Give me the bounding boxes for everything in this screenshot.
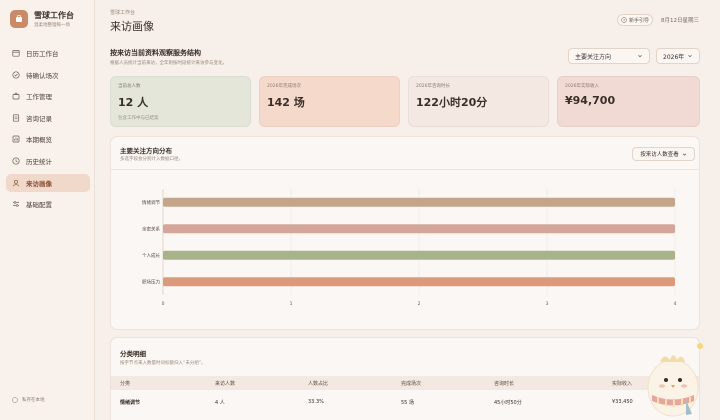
chart-panel: 主要关注方向分布 多选字段会分别计入数据口径。 按来访人数查看 0 1 2 3 4 情绪调… — [110, 136, 700, 330]
stat-label: 2026年咨询时长 — [416, 84, 450, 89]
chevron-down-icon — [638, 54, 642, 58]
brand: 雪球工作台 温柔地整理每一场 — [10, 10, 74, 28]
sidebar-item-overview[interactable]: 本期概览 — [6, 130, 90, 148]
table-title: 分类明细 — [120, 350, 146, 358]
bar-chart: 0 1 2 3 4 情绪调节亲密关系个人成长职场压力 — [142, 189, 677, 307]
section-description: 根据人员统计当前来访，全年则按时段统计来访参与变化。 — [110, 61, 227, 66]
column-header: 人数占比 — [308, 381, 329, 387]
brand-logo-icon — [10, 10, 28, 28]
stat-card-income: 2026年实际收入 ¥94,700 — [557, 76, 700, 127]
info-circle-icon — [12, 397, 18, 403]
stat-card-sessions: 2026年完成场次 142 场 — [259, 76, 400, 127]
column-header: 分类 — [120, 381, 131, 387]
sidebar-item-work[interactable]: 工作管理 — [6, 87, 90, 105]
overview-icon — [12, 136, 20, 143]
sidebar-nav: 日历工作台 待确认场次 工作管理 咨询记录 本期概览 历史统计 来访画像 基础配… — [6, 44, 90, 217]
question-circle-icon: ? — [621, 17, 627, 23]
sidebar-item-visitor-profile[interactable]: 来访画像 — [6, 173, 90, 192]
stat-label: 2026年实际收入 — [565, 84, 599, 89]
sidebar-item-label: 来访画像 — [26, 179, 52, 188]
bar-2 — [163, 250, 675, 260]
sidebar-item-history[interactable]: 历史统计 — [6, 152, 90, 170]
x-tick-label: 0 — [162, 301, 165, 307]
stat-value: 142 场 — [267, 96, 305, 109]
brand-title: 雪球工作台 — [34, 11, 74, 20]
year-select[interactable]: 2026年 — [656, 48, 700, 64]
sidebar-item-label: 咨询记录 — [26, 114, 52, 123]
sidebar-item-label: 待确认场次 — [26, 71, 59, 80]
sidebar-item-label: 基础配置 — [26, 201, 52, 210]
table-cell: 45小时50分 — [494, 400, 522, 406]
sidebar-item-label: 本期概览 — [26, 136, 52, 145]
column-header: 完成场次 — [401, 381, 422, 387]
chick-mascot-icon — [647, 343, 703, 417]
stat-value: 12 人 — [118, 96, 149, 109]
table-cell: 55 场 — [401, 400, 414, 406]
table-header: 分类 来访人数 人数占比 完成场次 咨询时长 实际收入 — [111, 376, 699, 390]
table-row[interactable]: 情绪调节 4 人 33.3% 55 场 45小时50分 ¥33,450 — [111, 396, 699, 410]
chevron-down-icon — [688, 54, 692, 58]
table-description: 按字节点来入数量时间标额归入“未分组”。 — [120, 361, 206, 366]
sidebar-item-label: 历史统计 — [26, 157, 52, 166]
help-guide-button[interactable]: ? 新手引导 — [617, 14, 653, 26]
x-tick-label: 4 — [674, 301, 677, 307]
section-title: 按来访当前资料观察服务结构 — [110, 49, 201, 57]
history-icon — [12, 157, 20, 165]
category-detail-panel: 分类明细 按字节点来入数量时间标额归入“未分组”。 分类 来访人数 人数占比 完… — [110, 337, 700, 420]
sidebar-item-records[interactable]: 咨询记录 — [6, 109, 90, 127]
y-tick-label: 情绪调节 — [142, 199, 160, 206]
stat-value: 122小时20分 — [416, 96, 488, 109]
x-tick-label: 3 — [546, 301, 549, 307]
bar-1 — [163, 224, 675, 234]
column-header: 咨询时长 — [494, 381, 515, 387]
sidebar-footer: 私存在本地 — [12, 397, 45, 403]
page-title: 来访画像 — [110, 20, 154, 33]
y-tick-label: 职场压力 — [142, 278, 160, 285]
notes-icon — [12, 114, 20, 122]
brand-subtitle: 温柔地整理每一场 — [34, 23, 70, 28]
table-cell: 情绪调节 — [120, 400, 141, 406]
help-guide-label: 新手引导 — [628, 17, 649, 24]
sidebar-item-calendar[interactable]: 日历工作台 — [6, 44, 90, 62]
sidebar-item-pending[interactable]: 待确认场次 — [6, 66, 90, 84]
column-header: 实际收入 — [612, 381, 633, 387]
x-tick-label: 1 — [290, 301, 293, 307]
breadcrumb[interactable]: 雪球工作台 — [110, 9, 135, 16]
table-cell: ¥33,450 — [612, 399, 633, 405]
current-date: 8月12日星期三 — [661, 18, 699, 24]
stat-sub: 包含工作中与已结案 — [118, 116, 159, 121]
y-tick-label: 个人成长 — [142, 252, 160, 259]
column-header: 来访人数 — [215, 381, 236, 387]
check-circle-icon — [12, 71, 20, 79]
stat-card-total-visitors: 当前总人数 12 人 包含工作中与已结案 — [110, 76, 251, 127]
user-icon — [12, 179, 20, 186]
sliders-icon — [13, 201, 19, 207]
bar-0 — [163, 197, 675, 207]
stat-label: 2026年完成场次 — [267, 84, 301, 89]
y-tick-label: 亲密关系 — [142, 225, 160, 232]
direction-select-value: 主要关注方向 — [575, 53, 612, 61]
stat-card-duration: 2026年咨询时长 122小时20分 — [408, 76, 549, 127]
year-select-value: 2026年 — [663, 53, 685, 61]
sidebar: 雪球工作台 温柔地整理每一场 日历工作台 待确认场次 工作管理 咨询记录 本期概… — [0, 0, 95, 420]
sidebar-item-label: 工作管理 — [26, 93, 52, 102]
direction-select[interactable]: 主要关注方向 — [568, 48, 650, 64]
table-cell: 33.3% — [308, 399, 324, 405]
stat-label: 当前总人数 — [118, 84, 141, 89]
svg-text:?: ? — [623, 18, 625, 22]
sidebar-item-label: 日历工作台 — [26, 50, 59, 58]
calendar-icon — [12, 50, 20, 57]
briefcase-icon — [12, 93, 20, 100]
bar-3 — [163, 277, 675, 287]
sidebar-item-settings[interactable]: 基础配置 — [6, 195, 90, 213]
x-tick-label: 2 — [418, 301, 421, 307]
table-cell: 4 人 — [215, 400, 225, 406]
sidebar-footer-text: 私存在本地 — [22, 398, 45, 403]
stat-value: ¥94,700 — [565, 94, 616, 107]
